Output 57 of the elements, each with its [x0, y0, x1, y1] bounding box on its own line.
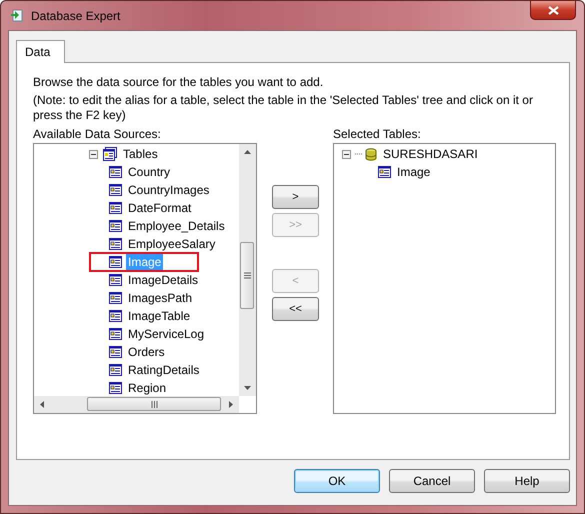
database-icon: [365, 148, 377, 160]
window-title: Database Expert: [31, 8, 120, 22]
table-icon: [109, 202, 122, 214]
table-icon: [109, 328, 122, 340]
table-icon: [109, 166, 122, 178]
tree-item[interactable]: Tables: [121, 146, 160, 162]
tree-item[interactable]: Image: [395, 164, 432, 180]
tree-item[interactable]: Employee_Details: [126, 218, 227, 234]
collapse-icon[interactable]: [342, 150, 351, 158]
table-icon: [109, 310, 122, 322]
close-icon: [548, 6, 558, 14]
instruction-text: (Note: to edit the alias for a table, select the table in the 'Selected Tables' tree and click on it or press the F2 key): [33, 93, 534, 123]
dialog-button[interactable]: Cancel: [389, 469, 475, 493]
table-icon: [109, 220, 122, 232]
tree-item[interactable]: SURESHDASARI: [381, 146, 480, 162]
tree-item[interactable]: CountryImages: [126, 182, 212, 198]
tree-item[interactable]: Orders: [126, 344, 167, 360]
scroll-left-icon[interactable]: [40, 401, 44, 408]
scroll-thumb[interactable]: [87, 397, 221, 411]
tree-item[interactable]: MyServiceLog: [126, 326, 206, 342]
move-button[interactable]: >: [272, 185, 319, 209]
section-label: Available Data Sources:: [33, 126, 162, 143]
scroll-right-icon[interactable]: [229, 401, 233, 408]
tree-item[interactable]: Region: [126, 380, 168, 396]
tables-icon: [103, 147, 117, 161]
dialog-button[interactable]: OK: [294, 469, 380, 493]
vertical-scrollbar[interactable]: [239, 144, 256, 396]
collapse-icon[interactable]: [89, 150, 98, 158]
scroll-thumb[interactable]: [240, 242, 254, 309]
table-icon: [109, 274, 122, 286]
scroll-up-icon[interactable]: [244, 150, 251, 154]
grip-icon: [150, 400, 158, 408]
table-icon: [109, 346, 122, 358]
instruction-text: Browse the data source for the tables you want to add.: [33, 75, 324, 90]
table-icon: [109, 292, 122, 304]
tree-item[interactable]: EmployeeSalary: [126, 236, 218, 252]
horizontal-scrollbar[interactable]: [34, 396, 239, 413]
table-icon: [378, 166, 391, 178]
tree-item[interactable]: DateFormat: [126, 200, 194, 216]
tab[interactable]: Data: [16, 40, 66, 63]
dialog-button[interactable]: Help: [484, 469, 570, 493]
tree-item[interactable]: ImageTable: [126, 308, 192, 324]
grip-icon: [244, 272, 250, 279]
tree-item[interactable]: RatingDetails: [126, 362, 202, 378]
table-icon: [109, 364, 122, 376]
table-icon: [109, 184, 122, 196]
tree-item[interactable]: ImageDetails: [126, 272, 200, 288]
table-icon: [109, 256, 122, 268]
table-icon: [109, 382, 122, 394]
move-button[interactable]: <<: [272, 297, 319, 321]
close-button[interactable]: [530, 0, 576, 20]
scroll-down-icon[interactable]: [244, 386, 251, 390]
connector-line: [355, 153, 363, 155]
tree-item[interactable]: ImagesPath: [126, 290, 194, 306]
section-label: Selected Tables:: [333, 126, 422, 143]
table-icon: [109, 238, 122, 250]
tree-item[interactable]: Country: [126, 164, 172, 180]
